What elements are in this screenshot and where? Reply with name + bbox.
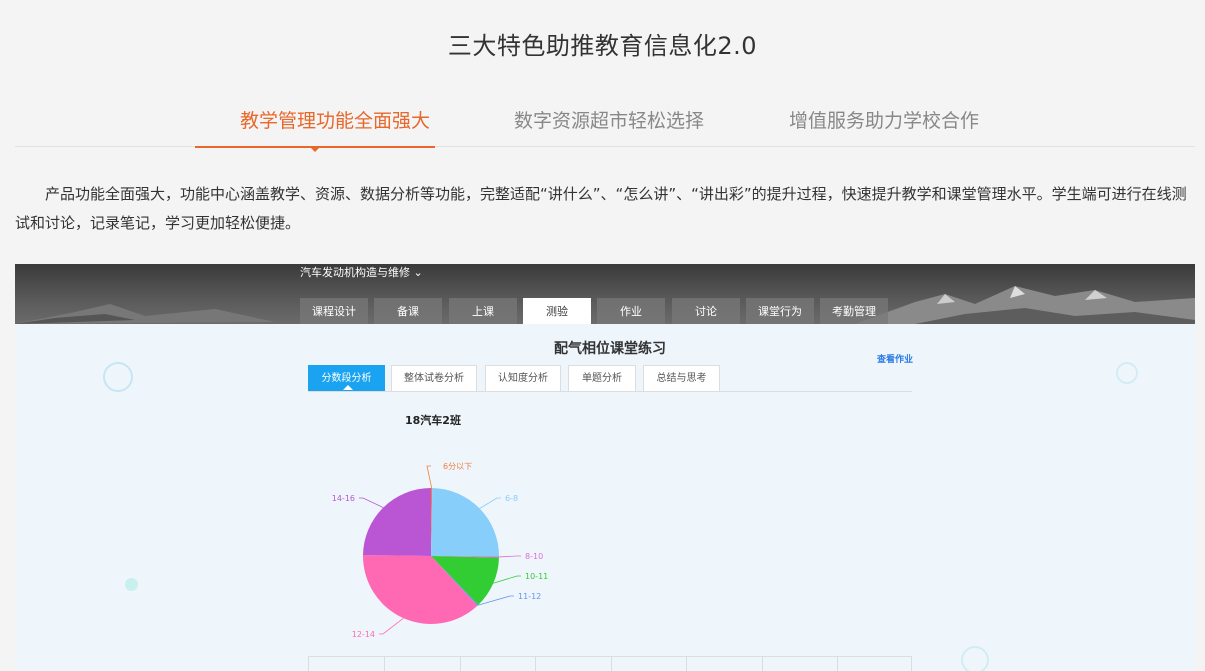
- pie-label-10-11: 10-11: [525, 572, 548, 581]
- feature-tabs: 教学管理功能全面强大 数字资源超市轻松选择 增值服务助力学校合作: [15, 98, 1195, 147]
- pie-leader-8-10: [498, 555, 521, 558]
- tab-value-added-services[interactable]: 增值服务助力学校合作: [789, 106, 979, 133]
- pie-leader-10-11: [493, 575, 521, 584]
- pie-slice-6-8[interactable]: [431, 488, 499, 557]
- score-pie-chart: 6分以下 6-8 8-10 10-11 11-12 12-14 14-16: [332, 462, 549, 639]
- pie-slice-14-16[interactable]: [363, 488, 431, 556]
- active-tab-caret: [309, 146, 321, 152]
- feature-description: 产品功能全面强大，功能中心涵盖教学、资源、数据分析等功能，完整适配“讲什么”、“…: [15, 185, 1187, 232]
- page-title: 三大特色助推教育信息化2.0: [447, 32, 758, 60]
- data-table-header: [308, 656, 912, 671]
- product-screenshot: 汽车发动机构造与维修 ⌄ 课程设计 备课 上课 测验 作业 讨论 课堂行为 考勤…: [15, 264, 1195, 671]
- pie-leader-6分以下: [426, 465, 433, 489]
- tab-digital-resources[interactable]: 数字资源超市轻松选择: [514, 106, 704, 133]
- pie-label-8-10: 8-10: [525, 552, 543, 561]
- pie-leader-6-8: [479, 497, 501, 509]
- tab-teaching-management[interactable]: 教学管理功能全面强大: [240, 106, 430, 133]
- pie-label-12-14: 12-14: [352, 630, 375, 639]
- pie-label-6-8: 6-8: [505, 494, 518, 503]
- pie-label-6分以下: 6分以下: [443, 462, 472, 471]
- pie-label-11-12: 11-12: [518, 592, 541, 601]
- pie-label-14-16: 14-16: [332, 494, 355, 503]
- pie-leader-14-16: [359, 497, 384, 508]
- pie-leader-12-14: [379, 617, 404, 635]
